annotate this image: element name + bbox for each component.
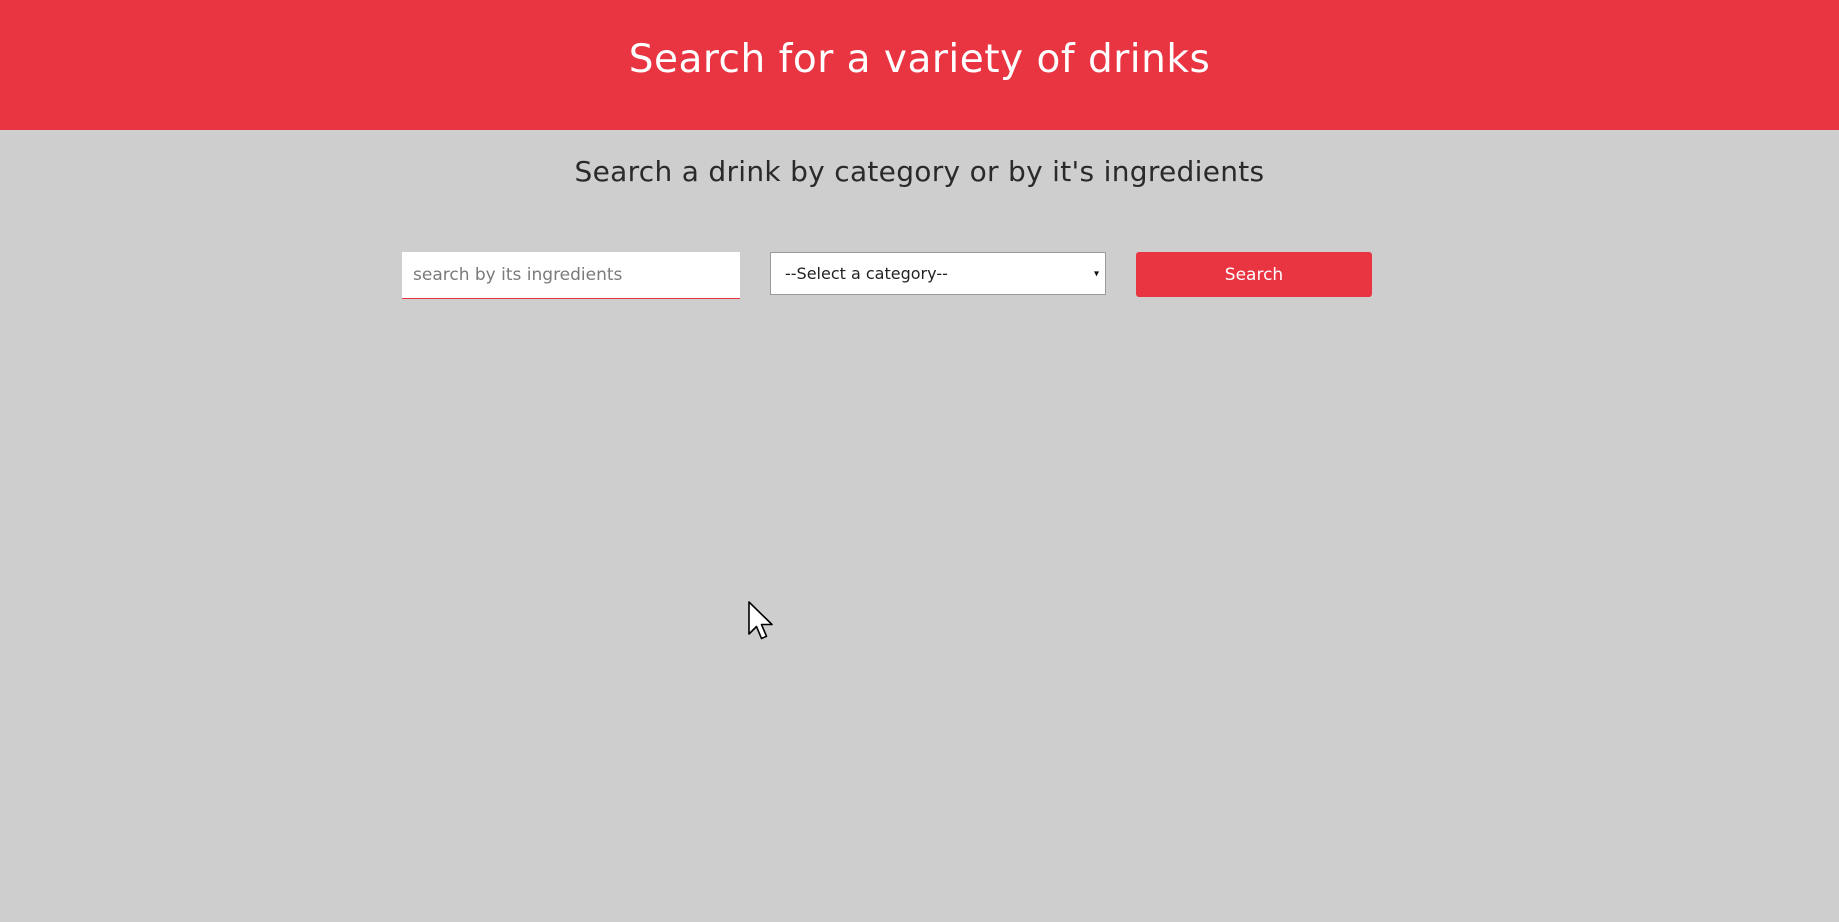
page-subtitle: Search a drink by category or by it's in… [574,155,1265,188]
category-select-value: --Select a category-- [785,264,948,283]
category-select[interactable]: --Select a category-- ▾ [770,252,1106,295]
search-form: --Select a category-- ▾ Search [0,0,1839,922]
page-title: Search for a variety of drinks [628,36,1211,82]
mouse-cursor-icon [748,601,773,640]
ingredient-search-input[interactable] [402,252,740,299]
chevron-down-icon: ▾ [1093,268,1099,279]
search-button[interactable]: Search [1136,252,1372,297]
page-header: Search for a variety of drinks [0,0,1839,130]
